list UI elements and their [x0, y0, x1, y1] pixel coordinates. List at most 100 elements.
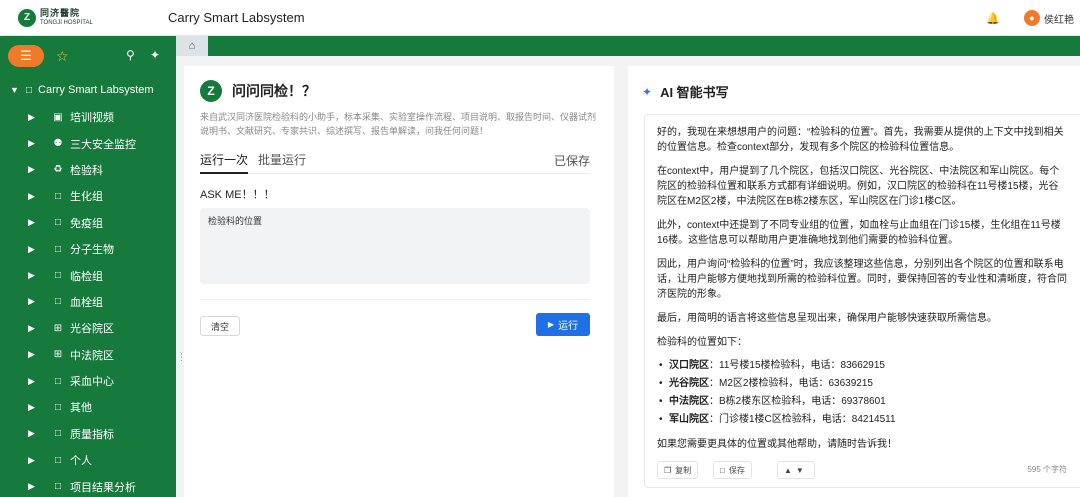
clear-button[interactable]: 清空	[200, 316, 240, 336]
users-icon: ⚉	[53, 138, 63, 150]
caret-right-icon[interactable]: ▶	[28, 191, 36, 202]
caret-right-icon[interactable]: ▶	[28, 244, 36, 255]
folder-icon: □	[54, 481, 62, 493]
avatar[interactable]: ●	[1024, 10, 1040, 26]
tree-root[interactable]: ▼ □ Carry Smart Labsystem	[0, 76, 176, 104]
list-item: 光谷院区：M2区2楼检验科，电话：63639215	[657, 375, 1068, 393]
sidebar-item-label: 中法院区	[70, 349, 114, 362]
tab-batch-run[interactable]: 批量运行	[258, 152, 306, 174]
sidebar-item[interactable]: ▶ ♻ 检验科	[0, 157, 176, 183]
caret-right-icon[interactable]: ▶	[28, 296, 36, 307]
thumbs-down-icon[interactable]: ▼	[796, 466, 804, 475]
sidebar-item-label: 质量指标	[70, 428, 114, 441]
caret-right-icon[interactable]: ▶	[28, 428, 36, 439]
saved-status: 已保存	[553, 154, 590, 168]
answer-paragraph: 在context中，用户提到了几个院区，包括汉口院区、光谷院区、中法院区和军山院…	[657, 166, 1060, 207]
folder-icon: □	[54, 270, 62, 282]
menu-list-icon[interactable]: ☰	[8, 45, 44, 67]
caret-right-icon[interactable]: ▶	[28, 112, 36, 123]
recycle-icon: ♻	[53, 164, 63, 176]
tree-items: ▶ ▣ 培训视频 ▶ ⚉ 三大安全监控 ▶ ♻ 检验科 ▶ □ 生化组 ▶ □ 免疫组 ▶ □ 分子生物 ▶ □ 临检组…	[0, 104, 176, 497]
app-description: 来自武汉同济医院检验科的小助手，标本采集、实验室操作流程、项目说明、取报告时间、…	[200, 112, 597, 136]
caret-right-icon[interactable]: ▶	[28, 455, 36, 466]
campus-name: 汉口院区	[669, 360, 709, 371]
sidebar-item[interactable]: ▶ ⚉ 三大安全监控	[0, 130, 176, 156]
hospital-logo[interactable]: Z 同济醫院 TONGJI HOSPITAL	[18, 6, 138, 30]
sidebar-item[interactable]: ▶ □ 血栓组	[0, 289, 176, 315]
folder-icon: □	[54, 243, 62, 255]
sidebar-item-label: 检验科	[70, 164, 103, 177]
panel-splitter[interactable]: ⋮	[177, 352, 186, 366]
logo-mark-icon: Z	[18, 8, 36, 27]
sidebar-item-label: 光谷院区	[70, 323, 114, 336]
caret-right-icon[interactable]: ▶	[28, 323, 36, 334]
sidebar-item[interactable]: ▶ □ 生化组	[0, 183, 176, 209]
sidebar-toolbar: ☰ ☆ ⚲ ✦	[0, 36, 176, 76]
tree-root-label: Carry Smart Labsystem	[38, 84, 154, 96]
answer-paragraph: 此外，context中还提到了不同专业组的位置，如血栓与止血组在门诊15楼，生化…	[657, 220, 1061, 246]
sidebar-item[interactable]: ▶ □ 质量指标	[0, 421, 176, 447]
tab-run-once[interactable]: 运行一次	[200, 152, 249, 174]
ai-answer-card: 好的，我现在来想想用户的问题：“检验科的位置”。首先，我需要从提供的上下文中找到…	[644, 114, 1080, 488]
sidebar-item[interactable]: ▶ □ 临检组	[0, 262, 176, 288]
question-input[interactable]: 检验科的位置	[200, 208, 590, 284]
caret-right-icon[interactable]: ▶	[28, 217, 36, 228]
folder-icon: □	[54, 428, 62, 440]
folder-icon: □	[26, 84, 33, 96]
pin-icon[interactable]: ✦	[150, 48, 160, 62]
sidebar-item[interactable]: ▶ □ 采血中心	[0, 368, 176, 394]
sidebar: ☰ ☆ ⚲ ✦ ▼ □ Carry Smart Labsystem ▶ ▣ 培训视频…	[0, 36, 176, 497]
folder-icon: □	[54, 217, 62, 229]
sidebar-item[interactable]: ▶ □ 项目结果分析	[0, 473, 176, 497]
run-button[interactable]: ▶ 运行	[536, 313, 590, 336]
copy-button-label: 复制	[675, 465, 692, 475]
search-icon[interactable]: ⚲	[126, 48, 135, 62]
sidebar-item-label: 个人	[70, 455, 92, 468]
sidebar-item-label: 临检组	[70, 270, 103, 283]
sidebar-item[interactable]: ▶ □ 个人	[0, 447, 176, 473]
caret-right-icon[interactable]: ▶	[28, 270, 36, 281]
caret-right-icon[interactable]: ▶	[28, 138, 36, 149]
save-button[interactable]: □ 保存	[713, 461, 752, 479]
sidebar-item-label: 采血中心	[70, 376, 114, 389]
video-icon: ▣	[53, 111, 63, 123]
sidebar-item[interactable]: ▶ □ 其他	[0, 394, 176, 420]
thumbs-up-icon[interactable]: ▲	[784, 466, 792, 475]
sparkle-icon: ✦	[642, 84, 653, 99]
caret-down-icon[interactable]: ▼	[10, 85, 19, 95]
location-list: 汉口院区：11号楼15楼检验科，电话：83662915 光谷院区：M2区2楼检验…	[657, 357, 1068, 429]
logo-chinese-text: 同济醫院	[40, 8, 81, 18]
caret-right-icon[interactable]: ▶	[28, 481, 36, 492]
home-tab[interactable]: ⌂	[176, 36, 208, 56]
username[interactable]: 侯红艳	[1044, 11, 1074, 26]
caret-right-icon[interactable]: ▶	[28, 376, 36, 387]
sidebar-item[interactable]: ▶ ⊞ 光谷院区	[0, 315, 176, 341]
campus-detail: ：门诊楼1楼C区检验科，电话：84214511	[709, 414, 896, 425]
folder-icon: □	[54, 401, 62, 413]
sidebar-item-label: 项目结果分析	[70, 481, 136, 494]
caret-right-icon[interactable]: ▶	[28, 402, 36, 413]
home-icon: ⌂	[188, 40, 196, 52]
copy-button[interactable]: ❐ 复制	[657, 461, 699, 479]
answer-paragraph: 好的，我现在来想想用户的问题：“检验科的位置”。首先，我需要从提供的上下文中找到…	[657, 127, 1064, 153]
list-item: 汉口院区：11号楼15楼检验科，电话：83662915	[657, 357, 1068, 375]
sidebar-item[interactable]: ▶ ⊞ 中法院区	[0, 342, 176, 368]
sidebar-item-label: 培训视频	[70, 112, 114, 125]
list-item: 军山院区：门诊楼1楼C区检验科，电话：84214511	[657, 411, 1068, 429]
ai-panel-title: AI 智能书写	[660, 85, 729, 100]
bookmark-icon: □	[720, 465, 725, 475]
sidebar-item[interactable]: ▶ ▣ 培训视频	[0, 104, 176, 130]
bell-icon[interactable]: 🔔	[986, 11, 1000, 25]
sidebar-item[interactable]: ▶ □ 分子生物	[0, 236, 176, 262]
star-icon[interactable]: ☆	[56, 48, 69, 65]
answer-paragraph: 因此，用户询问“检验科的位置”时，我应该整理这些信息，分别列出各个院区的位置和联…	[657, 259, 1067, 300]
folder-icon: □	[54, 190, 62, 202]
sidebar-item-label: 其他	[70, 402, 92, 415]
sidebar-item-label: 分子生物	[70, 244, 114, 257]
sidebar-item-label: 血栓组	[70, 296, 103, 309]
feedback-buttons: ▲ ▼	[777, 461, 815, 479]
caret-right-icon[interactable]: ▶	[28, 164, 36, 175]
campus-detail: ：11号楼15楼检验科，电话：83662915	[709, 360, 885, 371]
caret-right-icon[interactable]: ▶	[28, 349, 36, 360]
sidebar-item[interactable]: ▶ □ 免疫组	[0, 210, 176, 236]
